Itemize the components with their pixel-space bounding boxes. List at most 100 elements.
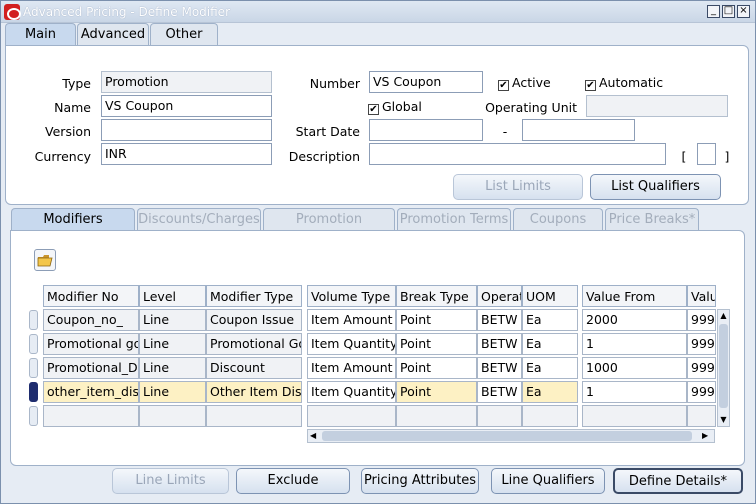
tab-discounts-charges[interactable]: Discounts/Charges [137,208,261,231]
currency-field[interactable]: INR [101,143,272,165]
table-cell[interactable]: Ea [522,309,578,331]
table-cell[interactable] [522,405,578,427]
col-modifier-no: Modifier No [43,285,139,307]
table-cell[interactable]: BETW [477,333,522,355]
table-cell[interactable]: Item Quantity [307,381,396,403]
scroll-right-icon[interactable]: ▶ [702,430,712,442]
table-cell[interactable]: Line [139,357,206,379]
tab-main[interactable]: Main [5,23,76,46]
row-indicator[interactable] [29,310,38,330]
table-cell[interactable] [477,405,522,427]
horizontal-scrollbar[interactable]: ◀ ▶ [307,429,715,443]
table-cell[interactable] [43,405,139,427]
description-field[interactable] [369,143,666,165]
automatic-checkbox[interactable]: ✔ Automatic [585,75,663,91]
table-cell[interactable]: BETW [477,309,522,331]
table-cell[interactable]: 9999 [687,357,716,379]
table-cell[interactable] [687,405,716,427]
name-label: Name [54,100,91,115]
table-cell[interactable]: Ea [522,381,578,403]
table-cell[interactable]: Point [396,357,477,379]
date-separator: - [502,124,508,139]
table-cell[interactable]: 1 [582,333,687,355]
table-cell[interactable]: Promotional goo [43,333,139,355]
active-checkbox[interactable]: ✔ Active [498,75,551,91]
table-cell[interactable]: BETW [477,381,522,403]
oracle-logo-icon [4,4,21,20]
maximize-button[interactable]: □ [722,5,735,18]
table-cell[interactable]: Coupon Issue [206,309,302,331]
number-field[interactable]: VS Coupon [369,71,483,93]
open-folder-button[interactable] [34,249,56,271]
tab-modifiers-summary[interactable]: Modifiers Summary [11,208,135,249]
table-cell[interactable]: Item Quantity [307,333,396,355]
row-indicator[interactable] [29,334,38,354]
table-cell[interactable]: 9999 [687,309,716,331]
line-qualifiers-button[interactable]: Line Qualifiers [491,468,605,494]
table-cell[interactable]: Promotional_Dis [43,357,139,379]
exclude-button[interactable]: Exclude [236,468,350,494]
table-cell[interactable]: Coupon_no_ [43,309,139,331]
table-cell[interactable]: Line [139,309,206,331]
scroll-left-icon[interactable]: ◀ [310,430,320,442]
close-button[interactable]: × [737,5,750,18]
row-indicator[interactable] [29,406,38,426]
version-field[interactable] [101,119,272,141]
table-cell[interactable]: Other Item Disc [206,381,302,403]
table-cell[interactable]: Ea [522,333,578,355]
table-cell[interactable] [139,405,206,427]
operating-unit-field[interactable] [586,95,728,117]
table-cell[interactable]: Line [139,381,206,403]
table-cell[interactable]: Item Amount [307,357,396,379]
global-checkbox[interactable]: ✔ Global [368,99,422,115]
global-check-icon: ✔ [368,104,379,115]
table-cell[interactable] [307,405,396,427]
table-cell[interactable]: Item Amount [307,309,396,331]
tab-other[interactable]: Other [150,23,218,46]
table-cell[interactable]: Point [396,381,477,403]
horizontal-scroll-thumb[interactable] [322,431,692,441]
table-cell[interactable]: Ea [522,357,578,379]
line-limits-button[interactable]: Line Limits [112,468,229,494]
vertical-scrollbar[interactable]: ▲ ▼ [717,309,730,427]
table-cell[interactable]: 1000 [582,357,687,379]
end-date-field[interactable] [522,119,635,141]
table-cell[interactable]: 9999 [687,333,716,355]
tab-price-breaks[interactable]: Price Breaks* [605,208,699,231]
table-cell[interactable] [582,405,687,427]
table-cell[interactable]: 1 [582,381,687,403]
scroll-down-icon[interactable]: ▼ [718,414,729,426]
tab-promotion-upgrades[interactable]: Promotion Upgrades [263,208,395,249]
description-label: Description [288,149,360,164]
table-cell[interactable]: 2000 [582,309,687,331]
pricing-attributes-button[interactable]: Pricing Attributes [361,468,479,494]
name-field[interactable]: VS Coupon [101,95,272,117]
table-cell[interactable]: Line [139,333,206,355]
start-date-label: Start Date [295,124,360,139]
table-cell[interactable]: other_item_disc [43,381,139,403]
table-cell[interactable] [396,405,477,427]
table-cell[interactable]: Point [396,333,477,355]
tab-promotion-terms[interactable]: Promotion Terms [397,208,511,231]
vertical-scroll-thumb[interactable] [719,324,728,408]
minimize-button[interactable]: _ [707,5,720,18]
start-date-field[interactable] [369,119,483,141]
table-cell[interactable] [206,405,302,427]
table-cell[interactable]: BETW [477,357,522,379]
tab-advanced[interactable]: Advanced [77,23,149,46]
scroll-up-icon[interactable]: ▲ [718,310,729,322]
table-cell[interactable]: Point [396,309,477,331]
tab-coupons[interactable]: Coupons [513,208,603,231]
row-indicator[interactable] [29,358,38,378]
row-indicator-current[interactable] [29,382,38,402]
table-cell[interactable]: Promotional Go [206,333,302,355]
table-cell[interactable]: Discount [206,357,302,379]
define-details-button[interactable]: Define Details* [613,468,743,494]
type-field[interactable]: Promotion [101,71,272,93]
operating-unit-label: Operating Unit [485,100,577,115]
list-limits-button[interactable]: List Limits [453,174,583,200]
list-qualifiers-button[interactable]: List Qualifiers [590,174,721,200]
table-cell[interactable]: 9999 [687,381,716,403]
flexfield-button[interactable] [697,143,716,165]
col-break-type: Break Type [396,285,477,307]
